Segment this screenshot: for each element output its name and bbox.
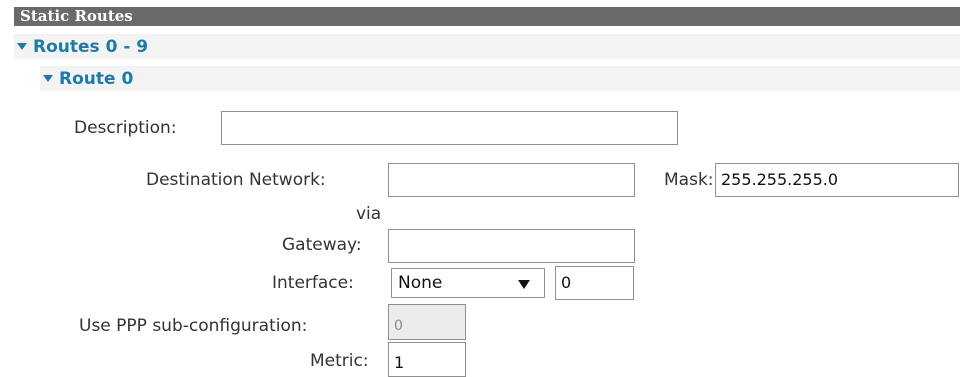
route-0-label: Route 0: [59, 68, 134, 89]
interface-select[interactable]: None: [391, 268, 545, 298]
ppp-subconfig-input: 0: [388, 304, 466, 340]
dropdown-arrow-icon[interactable]: [518, 280, 530, 289]
mask-input[interactable]: 255.255.255.0: [715, 163, 959, 197]
interface-label: Interface:: [272, 273, 354, 293]
gateway-label: Gateway:: [282, 235, 362, 255]
gateway-input[interactable]: [388, 229, 635, 263]
destination-network-label: Destination Network:: [146, 170, 326, 190]
mask-label: Mask:: [664, 170, 714, 190]
metric-input[interactable]: 1: [388, 342, 466, 377]
collapse-triangle-icon[interactable]: [43, 75, 53, 82]
routes-group-header[interactable]: Routes 0 - 9: [14, 34, 960, 59]
description-label: Description:: [74, 118, 177, 138]
collapse-triangle-icon[interactable]: [17, 43, 27, 50]
metric-label: Metric:: [310, 351, 369, 371]
via-label: via: [356, 204, 382, 224]
ppp-subconfig-label: Use PPP sub-configuration:: [79, 316, 308, 336]
interface-index-input[interactable]: 0: [555, 266, 634, 300]
destination-network-input[interactable]: [388, 163, 635, 197]
routes-group-label: Routes 0 - 9: [33, 36, 149, 57]
route-0-header[interactable]: Route 0: [40, 66, 960, 91]
description-input[interactable]: [221, 111, 678, 145]
section-title: Static Routes: [14, 7, 960, 26]
interface-selected-value: None: [398, 273, 443, 293]
